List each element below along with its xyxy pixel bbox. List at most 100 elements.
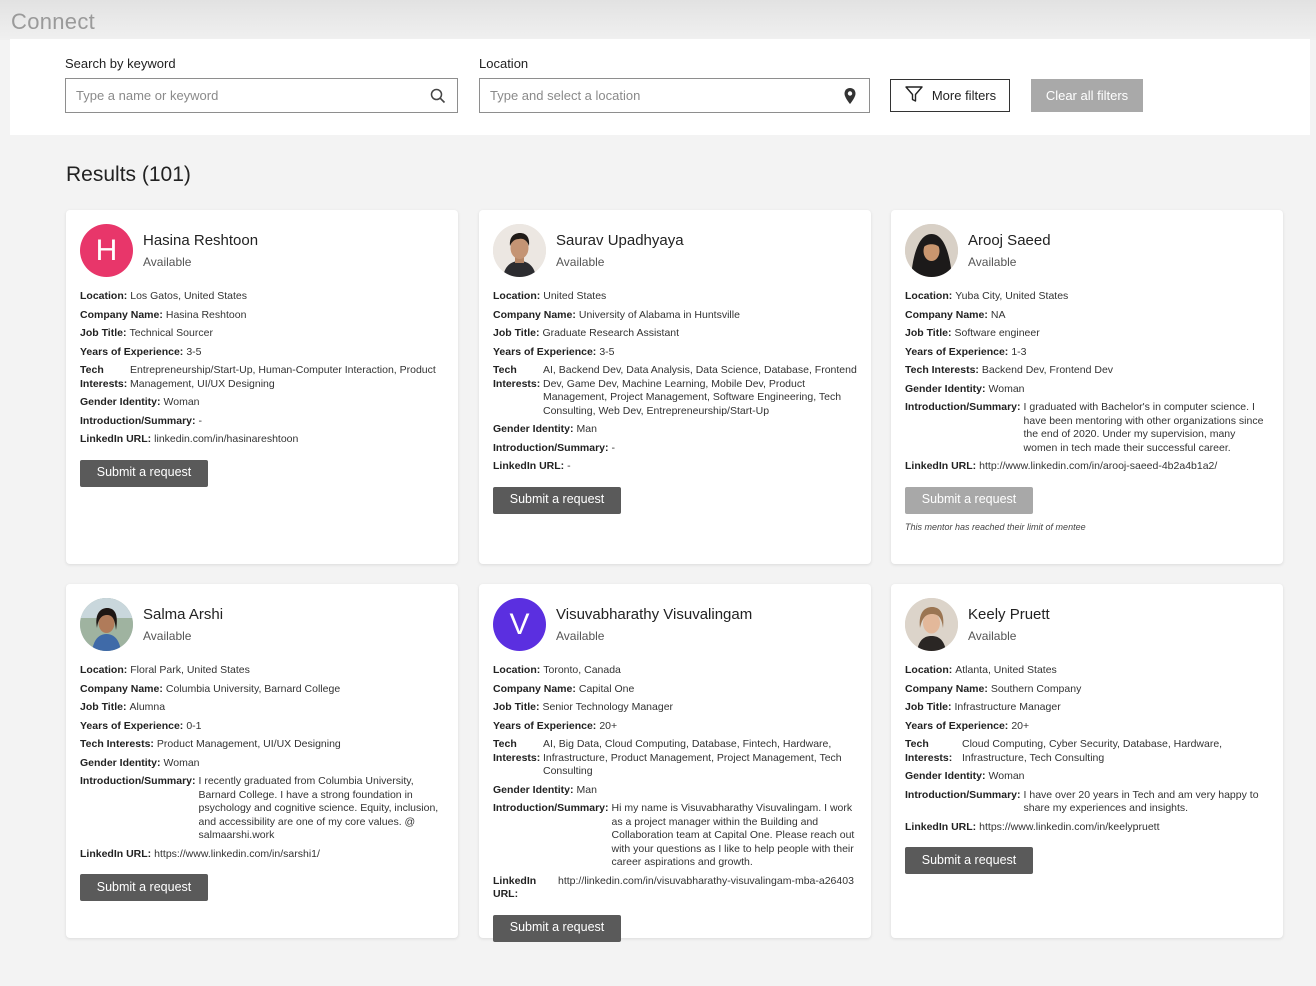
avatar (493, 224, 546, 277)
location-label: Location: (905, 664, 953, 676)
mentor-card: Salma Arshi Available Location: Floral Pa… (66, 584, 458, 938)
job-title-value: Software engineer (954, 327, 1040, 339)
mentor-name: Saurav Upadhyaya (556, 232, 684, 249)
experience-value: 3-5 (599, 345, 615, 358)
tech-value: Backend Dev, Frontend Dev (981, 364, 1114, 376)
keyword-search-box[interactable] (65, 78, 458, 113)
location-input[interactable] (490, 88, 841, 103)
submit-request-button[interactable]: Submit a request (80, 459, 208, 487)
job-title-value: Infrastructure Manager (954, 701, 1061, 713)
company-label: Company Name: (493, 308, 576, 321)
intro-label: Introduction/Summary: (80, 414, 196, 427)
gender-value: Woman (163, 396, 200, 408)
avatar (905, 224, 958, 277)
linkedin-label: LinkedIn URL: (905, 460, 977, 472)
gender-value: Woman (988, 770, 1025, 782)
location-label: Location: (905, 290, 953, 302)
mentor-details: Location: Floral Park, United States Comp… (80, 664, 446, 901)
mentor-details: Location: United States Company Name: Univ… (493, 290, 859, 514)
gender-value: Man (576, 423, 597, 435)
experience-label: Years of Experience: (493, 345, 597, 358)
availability-status: Available (143, 255, 192, 269)
availability-status: Available (968, 629, 1017, 643)
search-icon[interactable] (429, 87, 447, 105)
mentor-name: Salma Arshi (143, 606, 224, 623)
submit-request-button[interactable]: Submit a request (493, 914, 621, 942)
gender-value: Man (576, 783, 597, 796)
linkedin-value[interactable]: linkedin.com/in/hasinareshtoon (154, 433, 446, 447)
availability-status: Available (556, 629, 605, 643)
tech-value: Cloud Computing, Cyber Security, Databas… (962, 738, 1223, 764)
linkedin-value[interactable]: https://www.linkedin.com/in/keelypruett (979, 821, 1271, 835)
experience-value: 20+ (599, 719, 618, 732)
mentor-name: Hasina Reshtoon (143, 232, 259, 249)
tech-value: Product Management, UI/UX Designing (156, 738, 341, 750)
mentor-card: Saurav Upadhyaya Available Location: Unit… (479, 210, 871, 564)
company-value: Columbia University, Barnard College (165, 682, 341, 695)
mentor-card: V Visuvabharathy Visuvalingam Available … (479, 584, 871, 942)
location-label: Location: (493, 290, 541, 302)
tech-label: Tech Interests: (80, 738, 154, 750)
mentor-card: H Hasina Reshtoon Available Location: Los… (66, 210, 458, 564)
location-value: United States (543, 290, 607, 302)
location-label: Location: (80, 664, 128, 676)
tech-label: Tech Interests: (905, 738, 953, 764)
tech-value: Entrepreneurship/Start-Up, Human-Compute… (130, 364, 436, 390)
job-title-value: Senior Technology Manager (542, 701, 674, 713)
linkedin-label: LinkedIn URL: (80, 433, 152, 445)
profile-photo (493, 224, 546, 277)
intro-label: Introduction/Summary: (905, 401, 1021, 413)
submit-request-button[interactable]: Submit a request (905, 847, 1033, 874)
job-title-label: Job Title: (493, 701, 540, 713)
linkedin-label: LinkedIn URL: (80, 847, 152, 860)
company-label: Company Name: (80, 682, 163, 695)
gender-label: Gender Identity: (80, 396, 161, 408)
linkedin-value[interactable]: https://www.linkedin.com/in/sarshi1/ (154, 848, 446, 862)
location-label: Location (479, 56, 529, 71)
mentee-limit-note: This mentor has reached their limit of m… (905, 521, 1086, 532)
results-title: Results (101) (66, 163, 191, 186)
linkedin-label: LinkedIn URL: (493, 874, 537, 901)
location-value: Floral Park, United States (130, 664, 250, 676)
app-title: Connect (11, 9, 96, 34)
more-filters-button[interactable]: More filters (890, 79, 1010, 112)
gender-label: Gender Identity: (905, 770, 986, 782)
tech-value: AI, Backend Dev, Data Analysis, Data Sci… (543, 364, 857, 417)
experience-value: 20+ (1011, 719, 1030, 732)
submit-request-button[interactable]: Submit a request (80, 874, 208, 901)
submit-request-button[interactable]: Submit a request (493, 486, 621, 514)
job-title-label: Job Title: (493, 327, 540, 339)
linkedin-value: - (567, 460, 571, 472)
location-value: Toronto, Canada (543, 664, 621, 676)
top-header: Connect (0, 0, 1316, 40)
avatar-initial: V (509, 607, 530, 641)
experience-label: Years of Experience: (80, 345, 184, 358)
intro-label: Introduction/Summary: (80, 775, 196, 787)
mentor-name: Keely Pruett (968, 606, 1050, 623)
experience-value: 1-3 (1011, 345, 1027, 358)
mentor-details: Location: Toronto, Canada Company Name: Ca… (493, 664, 859, 942)
company-label: Company Name: (80, 308, 163, 321)
linkedin-label: LinkedIn URL: (905, 820, 977, 833)
intro-label: Introduction/Summary: (493, 441, 609, 454)
linkedin-value[interactable]: http://linkedin.com/in/visuvabharathy-vi… (558, 875, 859, 902)
company-label: Company Name: (493, 682, 576, 695)
intro-value: I have over 20 years in Tech and am very… (1023, 788, 1259, 815)
clear-filters-button[interactable]: Clear all filters (1031, 79, 1143, 112)
tech-label: Tech Interests: (493, 364, 541, 390)
intro-label: Introduction/Summary: (905, 788, 1021, 801)
tech-label: Tech Interests: (493, 738, 541, 764)
location-search-box[interactable] (479, 78, 870, 113)
job-title-value: Technical Sourcer (129, 327, 213, 339)
keyword-input[interactable] (76, 88, 429, 103)
avatar: H (80, 224, 133, 277)
experience-label: Years of Experience: (905, 345, 1009, 358)
profile-photo (905, 598, 958, 651)
location-label: Location: (80, 290, 128, 302)
gender-value: Woman (988, 382, 1025, 395)
intro-value: I graduated with Bachelor's in computer … (1023, 401, 1264, 454)
location-value: Los Gatos, United States (130, 290, 247, 302)
linkedin-value[interactable]: http://www.linkedin.com/in/arooj-saeed-4… (979, 460, 1271, 474)
gender-value: Woman (163, 756, 200, 769)
intro-label: Introduction/Summary: (493, 802, 609, 814)
